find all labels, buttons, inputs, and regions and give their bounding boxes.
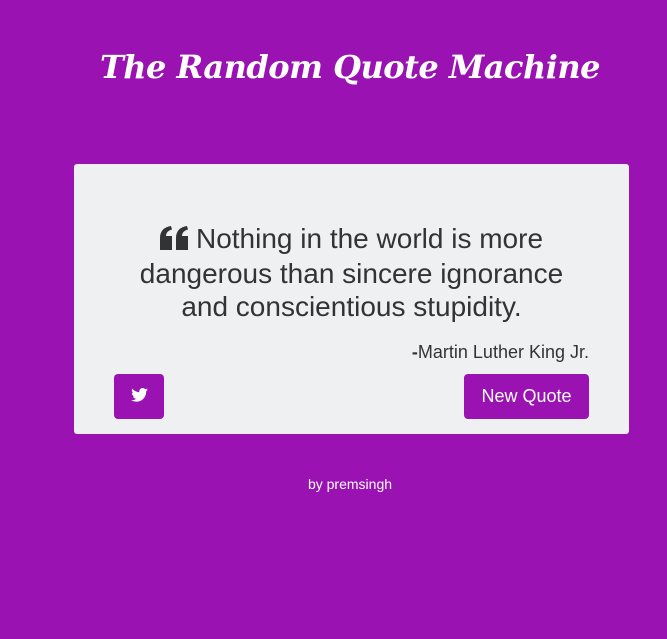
- twitter-icon: [130, 388, 148, 405]
- author-name: Martin Luther King Jr.: [417, 342, 589, 362]
- quote-card: Nothing in the world is more dangerous t…: [74, 164, 629, 434]
- page-title: The Random Quote Machine: [99, 48, 601, 86]
- tweet-button[interactable]: [114, 374, 164, 419]
- quote-author: -Martin Luther King Jr.: [412, 342, 589, 363]
- quote-block: Nothing in the world is more dangerous t…: [114, 222, 589, 323]
- quote-left-icon: [159, 224, 190, 257]
- footer-credit: by premsingh: [307, 476, 393, 492]
- quote-text: Nothing in the world is more dangerous t…: [139, 223, 564, 322]
- new-quote-button[interactable]: New Quote: [464, 374, 589, 419]
